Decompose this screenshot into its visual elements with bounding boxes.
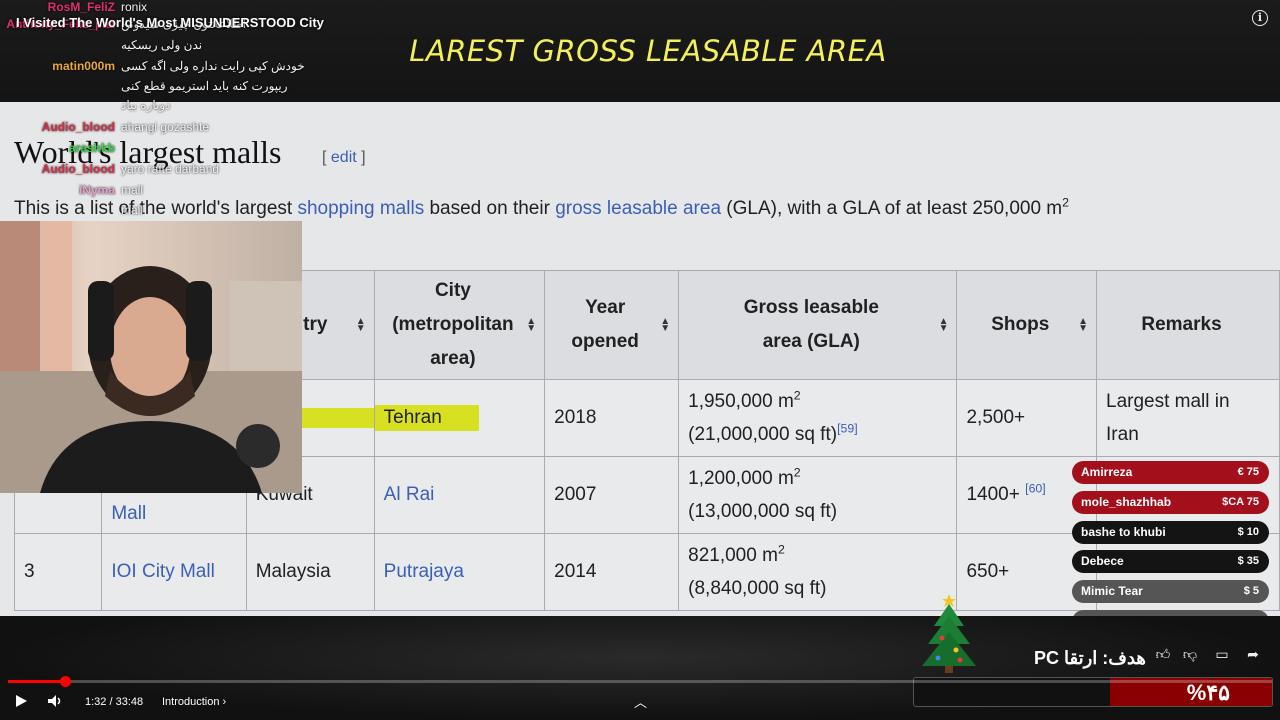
chat-username[interactable]: iNyma <box>0 183 115 197</box>
play-icon[interactable] <box>14 694 28 708</box>
year-cell: 2007 <box>544 456 680 534</box>
chat-username[interactable]: arashkb <box>0 141 115 155</box>
seek-knob[interactable] <box>59 676 71 687</box>
time-display: 1:32 / 33:48 <box>85 696 144 708</box>
donor-name: Debece <box>1081 554 1124 568</box>
sort-icon[interactable]: ▲ ▼ <box>660 317 670 334</box>
dislike-icon[interactable]: 👎︎ <box>1181 646 1199 662</box>
reference-link[interactable]: [59] <box>837 422 858 436</box>
christmas-tree-icon <box>922 594 976 673</box>
webcam-feed <box>0 221 302 493</box>
volume-icon[interactable] <box>47 694 63 708</box>
year-cell: 2018 <box>544 379 680 457</box>
shops-cell: 2,500+ <box>956 379 1098 457</box>
chat-text: ronix <box>121 0 148 14</box>
chapter-button[interactable]: Introduction › <box>162 696 226 708</box>
chat-text: خودش کپی رایت نداره ولی اگه کسی <box>121 59 305 73</box>
donation-item: mole_shazhhab $CA 75 <box>1072 491 1269 514</box>
shopping-malls-link[interactable]: shopping malls <box>297 198 424 219</box>
donation-amount: $ 10 <box>1237 526 1259 538</box>
video-title[interactable]: I Visited The World's Most MISUNDERSTOOD… <box>16 15 324 30</box>
chat-username[interactable]: Audio_blood <box>0 162 115 176</box>
sort-icon[interactable]: ▲ ▼ <box>1078 317 1088 334</box>
chat-text: دوباره بیاد <box>121 98 171 112</box>
rank-cell: 3 <box>13 533 103 611</box>
city-cell[interactable]: Putrajaya <box>373 533 546 611</box>
streamer-image <box>0 221 302 493</box>
video-frame: LAREST GROSS LEASABLE AREA i World's lar… <box>0 0 1280 720</box>
shops-header[interactable]: Shops ▲ ▼ <box>956 270 1098 380</box>
remarks-cell: Largest mall in Iran <box>1096 379 1280 457</box>
city-header[interactable]: City (metropolitan area) ▲ ▼ <box>373 270 546 380</box>
goal-label: هدف: ارتقا PC <box>1034 648 1146 668</box>
donation-item: Amirreza € 75 <box>1072 461 1269 484</box>
chat-text: ahangi gozashte <box>121 120 210 134</box>
edit-section: [ edit ] <box>322 149 366 166</box>
donor-name: mole_shazhhab <box>1081 495 1172 509</box>
comment-icon[interactable]: ▭ <box>1213 646 1231 662</box>
chat-text: mall <box>121 203 144 217</box>
info-icon[interactable]: i <box>1252 10 1268 26</box>
donor-name: Amirreza <box>1081 465 1133 479</box>
chevron-up-icon[interactable]: ︿ <box>634 692 647 711</box>
chat-username[interactable]: Audio_blood <box>0 120 115 134</box>
gla-header[interactable]: Gross leasable area (GLA) ▲ ▼ <box>678 270 958 380</box>
share-icon[interactable]: ➦ <box>1244 646 1262 662</box>
year-header[interactable]: Year opened ▲ ▼ <box>544 270 680 380</box>
remarks-header[interactable]: Remarks <box>1096 270 1280 380</box>
mall-name-cell[interactable]: IOI City Mall <box>101 533 247 611</box>
donation-amount: € 75 <box>1237 466 1259 478</box>
edit-link[interactable]: edit <box>331 149 357 166</box>
donation-amount: $ 35 <box>1237 555 1259 567</box>
chat-text: yaro rafte darband <box>121 162 220 176</box>
donation-amount: $CA 75 <box>1222 496 1259 508</box>
year-cell: 2014 <box>544 533 680 611</box>
chat-username[interactable]: RosM_FeliZ <box>0 0 115 14</box>
gla-cell: 1,200,000 m2 (13,000,000 sq ft) <box>678 456 958 534</box>
sort-icon[interactable]: ▲ ▼ <box>939 317 949 334</box>
chat-text: mall <box>121 183 144 197</box>
gross-leasable-area-link[interactable]: gross leasable area <box>555 198 721 219</box>
intro-text: This is a list of the world's largest sh… <box>14 195 1070 219</box>
chat-username[interactable]: matin000m <box>0 59 115 73</box>
donation-item: bashe to khubi $ 10 <box>1072 521 1269 544</box>
city-cell: Tehran <box>373 379 546 457</box>
gla-cell: 821,000 m2 (8,840,000 sq ft) <box>678 533 958 611</box>
country-cell: Malaysia <box>245 533 375 611</box>
donation-amount: $ 5 <box>1243 585 1259 597</box>
chat-text: ریپورت کنه باید استریمو قطع کنی <box>121 79 288 93</box>
donor-name: bashe to khubi <box>1081 525 1166 539</box>
like-icon[interactable]: 👍︎ <box>1154 646 1172 662</box>
donor-name: Mimic Tear <box>1081 584 1143 598</box>
goal-percent: %۴۵ <box>1186 680 1230 705</box>
city-highlight: Tehran <box>374 405 479 431</box>
sort-icon[interactable]: ▲ ▼ <box>356 317 366 334</box>
donation-item: Debece $ 35 <box>1072 550 1269 573</box>
reference-link[interactable]: [60] <box>1025 482 1046 496</box>
seek-bar[interactable] <box>8 676 1272 687</box>
seek-bar-played <box>8 680 65 683</box>
sort-icon[interactable]: ▲ ▼ <box>526 317 536 334</box>
chat-text: ندن ولی ریسکیه <box>121 38 203 52</box>
city-cell[interactable]: Al Rai <box>373 456 546 534</box>
gla-cell: 1,950,000 m2 (21,000,000 sq ft)[59] <box>678 379 958 457</box>
donation-item: Mimic Tear $ 5 <box>1072 580 1269 603</box>
